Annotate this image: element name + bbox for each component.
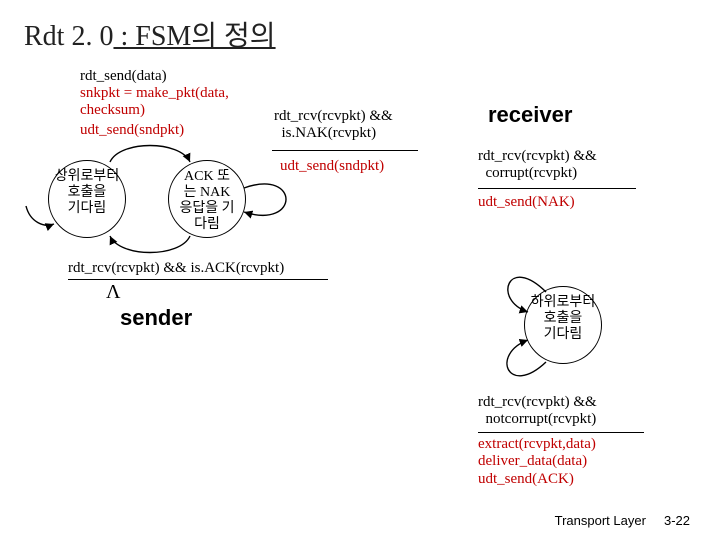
sender-right-action: udt_send(sndpkt): [280, 158, 384, 175]
state-line: 호출을: [525, 311, 601, 327]
state-line: 호출을: [49, 185, 125, 201]
title-prefix: Rdt 2. 0: [24, 21, 113, 52]
sender-top-action2: udt_send(sndpkt): [80, 122, 184, 139]
receiver-loop1-action: udt_send(NAK): [478, 194, 575, 211]
sender-bottom-event: rdt_rcv(rcvpkt) && is.ACK(rcvpkt): [68, 260, 284, 277]
footer-right: 3-22: [664, 513, 690, 528]
title-suffix: : FSM의 정의: [113, 21, 275, 52]
state-line: 는 NAK: [169, 185, 245, 201]
divider: [478, 432, 644, 433]
sender-state-wait-ack: ACK 또 는 NAK 응답을 기 다림: [168, 160, 246, 238]
state-line: ACK 또: [169, 169, 245, 185]
lambda-symbol: Λ: [106, 281, 121, 304]
state-line: 다림: [169, 217, 245, 233]
sender-top-action1: snkpkt = make_pkt(data, checksum): [80, 85, 229, 120]
footer-left: Transport Layer: [555, 513, 646, 528]
receiver-state-wait-call: 하위로부터 호출을 기다림: [524, 286, 602, 364]
state-line: 하위로부터: [525, 295, 601, 311]
receiver-label: receiver: [488, 102, 572, 128]
page-title: Rdt 2. 0 : FSM의 정의: [24, 14, 276, 54]
footer: Transport Layer 3-22: [555, 513, 690, 528]
sender-top-event: rdt_send(data): [80, 68, 167, 85]
sender-label: sender: [120, 305, 192, 331]
divider: [68, 279, 328, 280]
state-line: 기다림: [49, 201, 125, 217]
state-line: 상위로부터: [49, 169, 125, 185]
receiver-loop2-event: rdt_rcv(rcvpkt) && notcorrupt(rcvpkt): [478, 394, 597, 429]
sender-state-wait-call: 상위로부터 호출을 기다림: [48, 160, 126, 238]
state-line: 응답을 기: [169, 201, 245, 217]
divider: [272, 150, 418, 151]
divider: [478, 188, 636, 189]
receiver-loop2-actions: extract(rcvpkt,data) deliver_data(data) …: [478, 436, 596, 488]
state-line: 기다림: [525, 327, 601, 343]
receiver-loop1-event: rdt_rcv(rcvpkt) && corrupt(rcvpkt): [478, 148, 597, 183]
sender-right-event: rdt_rcv(rcvpkt) && is.NAK(rcvpkt): [274, 108, 393, 143]
